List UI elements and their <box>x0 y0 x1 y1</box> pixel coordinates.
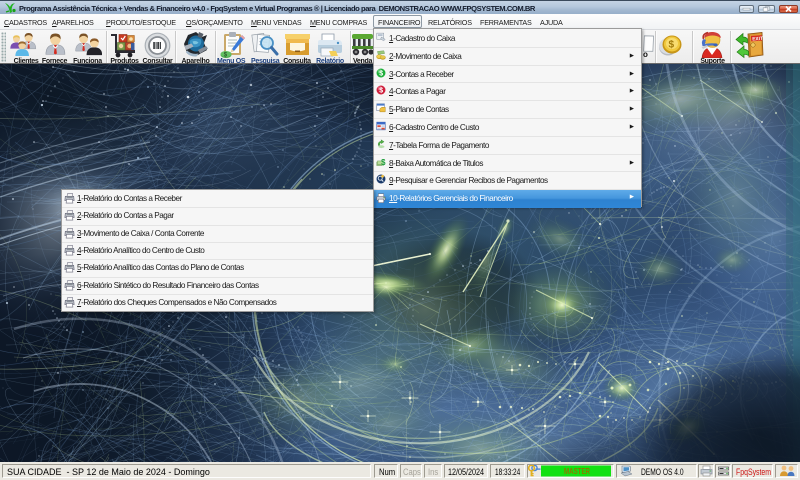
svg-text:EXIT: EXIT <box>752 36 763 43</box>
svg-text:$: $ <box>381 158 386 167</box>
svg-text:$: $ <box>379 87 383 94</box>
svg-text:$: $ <box>379 70 383 77</box>
svg-text:MASTER: MASTER <box>564 466 590 476</box>
svg-text:$: $ <box>669 40 675 51</box>
svg-text:o: o <box>643 50 648 58</box>
